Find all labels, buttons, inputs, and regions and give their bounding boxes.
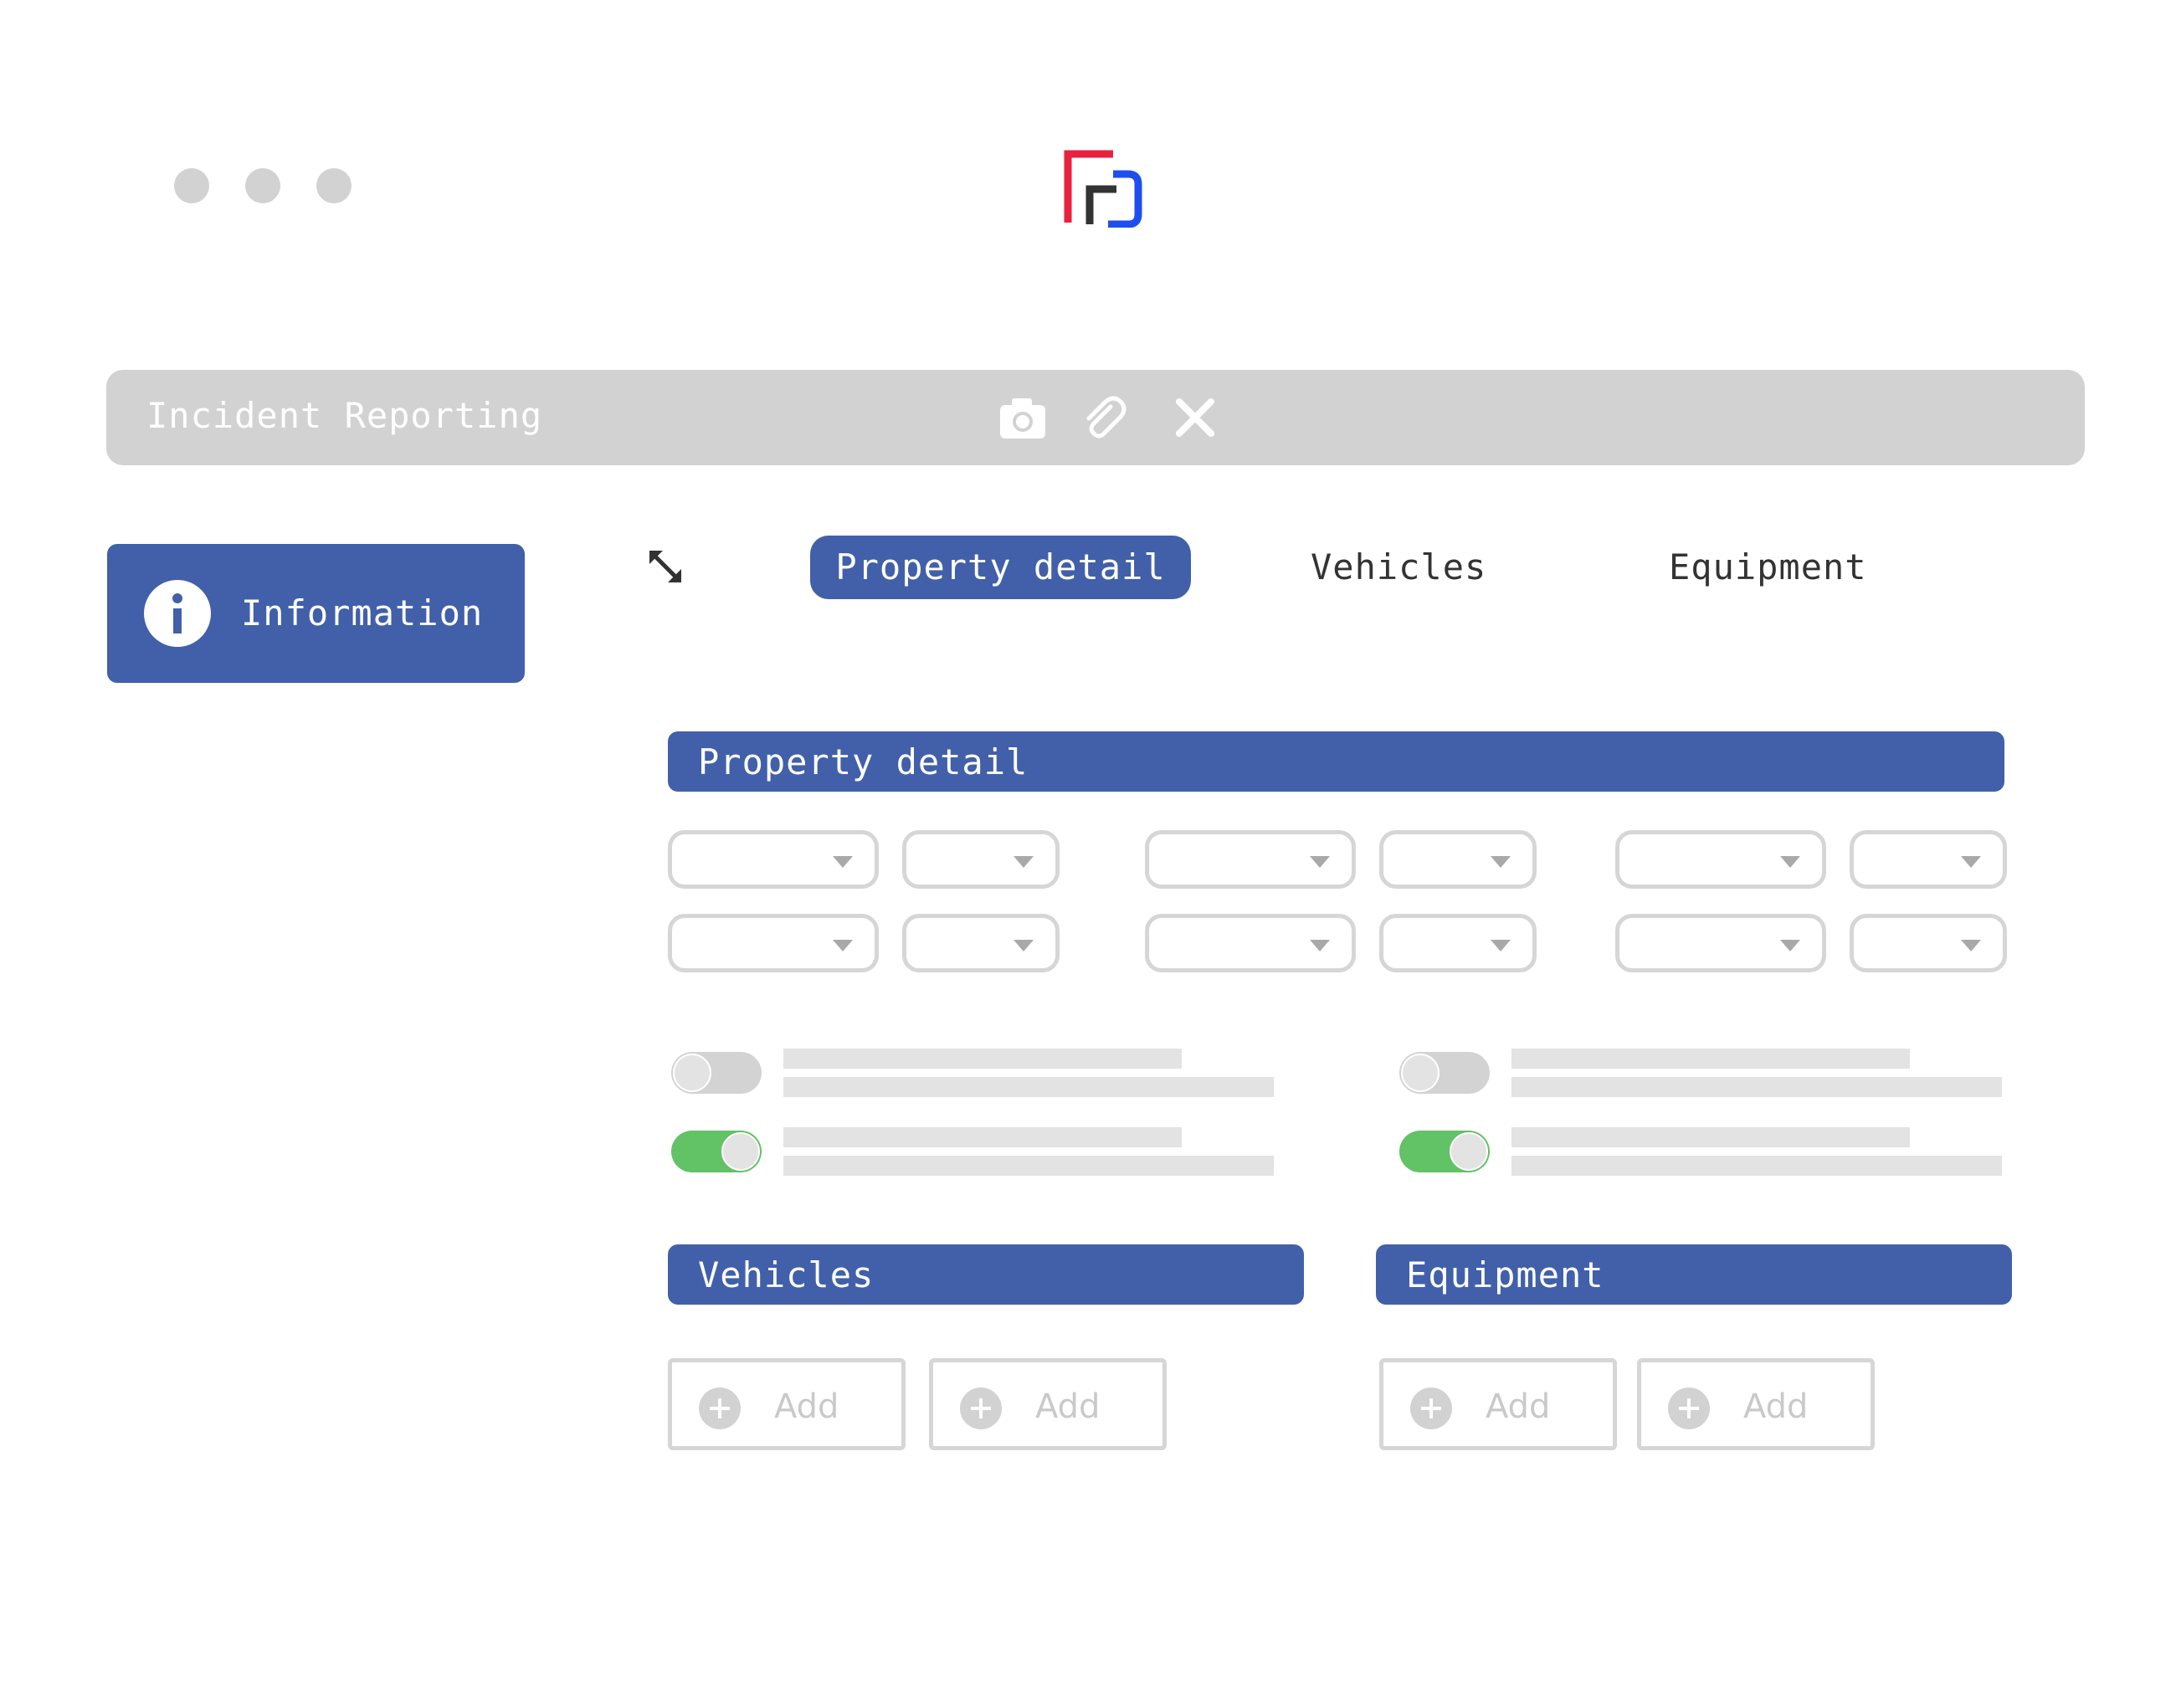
- plus-icon: [960, 1387, 1002, 1429]
- add-vehicle-button[interactable]: Add: [668, 1358, 906, 1450]
- placeholder-line: [1511, 1156, 2002, 1176]
- toggle-knob: [1401, 1054, 1440, 1092]
- dropdown[interactable]: [1615, 830, 1826, 889]
- dropdown[interactable]: [1145, 830, 1356, 889]
- chevron-down-icon: [833, 940, 853, 951]
- title-bar: Incident Reporting: [106, 370, 2085, 465]
- plus-icon: [1668, 1387, 1710, 1429]
- placeholder-line: [1511, 1077, 2002, 1097]
- add-equipment-button[interactable]: Add: [1379, 1358, 1617, 1450]
- window-dot-1[interactable]: [174, 168, 209, 203]
- toggle-knob: [673, 1054, 711, 1092]
- dropdown[interactable]: [902, 914, 1060, 972]
- chevron-down-icon: [1961, 940, 1981, 951]
- toggle-switch[interactable]: [1399, 1052, 1490, 1094]
- chevron-down-icon: [1491, 856, 1511, 868]
- dropdown[interactable]: [668, 914, 879, 972]
- add-label: Add: [1743, 1387, 1809, 1426]
- dropdown[interactable]: [1379, 830, 1537, 889]
- dropdown[interactable]: [668, 830, 879, 889]
- chevron-down-icon: [1310, 940, 1330, 951]
- placeholder-line: [1511, 1049, 1910, 1069]
- chevron-down-icon: [1014, 856, 1034, 868]
- placeholder-line: [783, 1077, 1274, 1097]
- section-title: Equipment: [1406, 1254, 1604, 1295]
- dropdown[interactable]: [1850, 914, 2007, 972]
- plus-icon: [1410, 1387, 1452, 1429]
- placeholder-line: [1511, 1127, 1910, 1147]
- add-label: Add: [1035, 1387, 1101, 1426]
- chevron-down-icon: [1310, 856, 1330, 868]
- toggle-switch[interactable]: [671, 1052, 762, 1094]
- vehicles-header: Vehicles: [668, 1244, 1304, 1305]
- section-title: Vehicles: [698, 1254, 875, 1295]
- sidebar-item-information[interactable]: Information: [107, 544, 525, 683]
- toggle-switch[interactable]: [1399, 1131, 1490, 1172]
- chevron-down-icon: [1780, 856, 1800, 868]
- close-icon[interactable]: [1169, 392, 1221, 444]
- tab-equipment[interactable]: Equipment: [1669, 536, 1867, 599]
- chevron-down-icon: [1491, 940, 1511, 951]
- placeholder-line: [783, 1156, 1274, 1176]
- sidebar-item-label: Information: [241, 592, 484, 633]
- app-title: Incident Reporting: [146, 395, 543, 436]
- add-label: Add: [1486, 1387, 1551, 1426]
- window-dot-2[interactable]: [245, 168, 280, 203]
- chevron-down-icon: [833, 856, 853, 868]
- equipment-header: Equipment: [1376, 1244, 2012, 1305]
- dropdown[interactable]: [1615, 914, 1826, 972]
- tab-vehicles[interactable]: Vehicles: [1311, 536, 1486, 599]
- tab-property-detail[interactable]: Property detail: [810, 536, 1191, 599]
- add-label: Add: [774, 1387, 839, 1426]
- dropdown[interactable]: [1850, 830, 2007, 889]
- dropdown[interactable]: [902, 830, 1060, 889]
- info-icon: [144, 580, 211, 647]
- add-equipment-button[interactable]: Add: [1637, 1358, 1875, 1450]
- expand-icon[interactable]: [646, 547, 685, 586]
- toggle-knob: [1450, 1132, 1488, 1171]
- dropdown[interactable]: [1379, 914, 1537, 972]
- chevron-down-icon: [1780, 940, 1800, 951]
- chevron-down-icon: [1014, 940, 1034, 951]
- camera-icon[interactable]: [997, 392, 1049, 444]
- plus-icon: [699, 1387, 741, 1429]
- placeholder-line: [783, 1127, 1182, 1147]
- toggle-switch[interactable]: [671, 1131, 762, 1172]
- paperclip-icon[interactable]: [1077, 392, 1129, 444]
- brand-logo: [1064, 150, 1142, 228]
- window-dot-3[interactable]: [316, 168, 352, 203]
- toggle-knob: [721, 1132, 760, 1171]
- property-detail-header: Property detail: [668, 731, 2004, 792]
- chevron-down-icon: [1961, 856, 1981, 868]
- placeholder-line: [783, 1049, 1182, 1069]
- dropdown[interactable]: [1145, 914, 1356, 972]
- section-title: Property detail: [698, 741, 1029, 782]
- add-vehicle-button[interactable]: Add: [929, 1358, 1167, 1450]
